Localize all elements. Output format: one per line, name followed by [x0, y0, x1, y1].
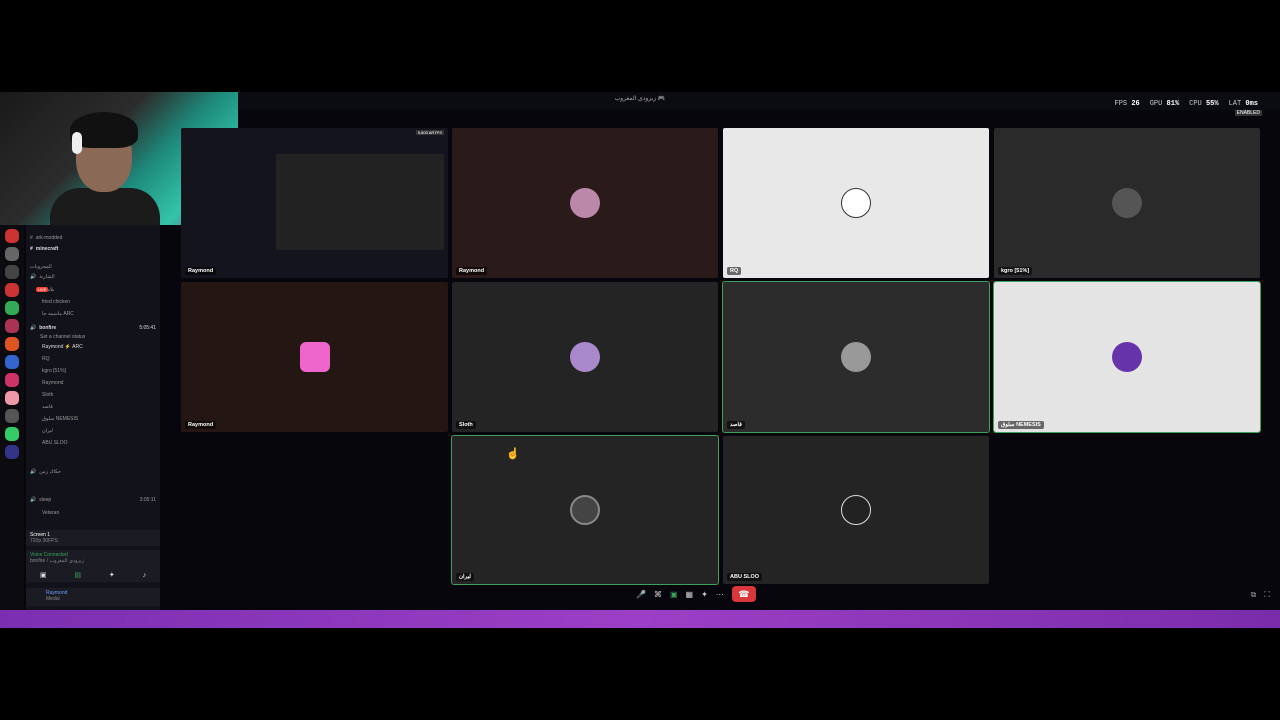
avatar	[841, 342, 871, 372]
server-icon[interactable]	[5, 229, 19, 243]
voice-channel-sleep[interactable]: 🔊 sleep 3:05:11	[30, 495, 156, 504]
server-icon[interactable]	[5, 373, 19, 387]
video-tile[interactable]: RQ	[723, 128, 989, 278]
channel-item[interactable]: # ark-modded	[30, 233, 62, 242]
activity-icon[interactable]: ✦	[109, 571, 115, 579]
video-tile[interactable]: 5,800 ARTPS Raymond	[181, 128, 448, 278]
voice-user[interactable]: سلوق NEMESIS	[42, 414, 78, 423]
voice-user[interactable]: RQ	[42, 354, 50, 363]
voice-user[interactable]: بلامان LIVE	[35, 285, 54, 294]
video-tile[interactable]: Sloth	[452, 282, 718, 432]
voice-user[interactable]: fried chicken	[42, 297, 70, 306]
fullscreen-icon[interactable]: ⛶	[1264, 590, 1270, 600]
channel-status[interactable]: Set a channel status	[40, 332, 85, 341]
video-tile-speaking[interactable]: ليران	[451, 435, 719, 585]
popout-icon[interactable]: ⧉	[1251, 590, 1257, 600]
voice-channel-bonfire[interactable]: 🔊 bonfire 5:05:41	[30, 323, 156, 332]
user-panel[interactable]: Raymond Medal	[26, 588, 160, 606]
disconnect-button[interactable]: ☎	[731, 586, 756, 602]
headset-icon	[72, 132, 82, 154]
voice-action-bar: ▣ ▤ ✦ ♪	[26, 568, 160, 582]
avatar	[841, 188, 871, 218]
server-rail	[0, 225, 24, 610]
voice-channel-item[interactable]: 🔊 الشارية	[30, 272, 55, 281]
grid-icon[interactable]: ▦	[686, 590, 694, 599]
stream-overlay-bar	[0, 610, 1280, 628]
person-shirt	[50, 188, 160, 228]
server-icon[interactable]	[5, 355, 19, 369]
avatar	[570, 342, 600, 372]
server-icon[interactable]	[5, 409, 19, 423]
video-tile[interactable]: Raymond	[452, 128, 718, 278]
server-icon[interactable]	[5, 427, 19, 441]
enabled-badge: ENABLED	[1234, 110, 1262, 116]
voice-user[interactable]: Sloth	[42, 390, 53, 399]
server-icon[interactable]	[5, 445, 19, 459]
stream-preview	[276, 154, 444, 250]
camera-toggle-icon[interactable]: ⌘	[654, 590, 662, 599]
perf-overlay: FPS 26 GPU 81% CPU 55% LAT 0ms	[1115, 100, 1258, 108]
voice-user[interactable]: قاصد	[42, 402, 53, 411]
server-icon[interactable]	[5, 265, 19, 279]
video-tile[interactable]: ABU SLOO	[723, 436, 989, 584]
more-icon[interactable]: ⋯	[716, 590, 724, 599]
avatar	[570, 188, 600, 218]
voice-user[interactable]: ليران	[42, 426, 53, 435]
voice-user[interactable]: Raymond	[42, 378, 63, 387]
channel-item[interactable]: # minecraft	[30, 244, 58, 253]
voice-status-panel: Voice Connected bonfire / زيرودي المغروب	[26, 550, 160, 568]
avatar	[570, 495, 600, 525]
hangup-icon: ☎	[738, 589, 750, 599]
avatar	[841, 495, 871, 525]
voice-channel-item[interactable]: 🔊 حكاك زمن	[30, 467, 61, 476]
server-icon[interactable]	[5, 319, 19, 333]
voice-user[interactable]: kgro [51%]	[42, 366, 66, 375]
call-controls: 🎤 ⌘ ▣ ▦ ✦ ⋯ ☎	[636, 586, 756, 602]
server-icon[interactable]	[5, 283, 19, 297]
video-tile-speaking[interactable]: قاصد	[722, 281, 990, 433]
server-icon[interactable]	[5, 391, 19, 405]
screen-share-icon[interactable]: ▣	[670, 590, 678, 599]
share-screen-icon[interactable]: ▤	[74, 571, 81, 579]
cpu-stat: CPU 55%	[1189, 100, 1219, 108]
category-header[interactable]: المجروبات	[30, 262, 52, 271]
server-icon[interactable]	[5, 301, 19, 315]
video-tile[interactable]: kgro [51%]	[994, 128, 1260, 278]
soundboard-icon[interactable]: ♪	[143, 572, 147, 579]
voice-user[interactable]: ABU SLOO	[42, 438, 68, 447]
video-tile[interactable]: Raymond	[181, 282, 448, 432]
voice-user[interactable]: Raymond ⚡ ARC	[42, 342, 83, 351]
server-icon[interactable]	[5, 247, 19, 261]
camera-icon[interactable]: ▣	[40, 571, 47, 579]
fps-stat: FPS 26	[1114, 100, 1140, 108]
voice-user[interactable]: Veteran	[42, 508, 59, 517]
activity-icon[interactable]: ✦	[701, 590, 708, 599]
view-controls: ⧉ ⛶	[1251, 590, 1270, 600]
screen-share-panel[interactable]: Screen 1 720p 30FPS	[26, 530, 160, 546]
server-icon[interactable]	[5, 337, 19, 351]
avatar	[1112, 188, 1142, 218]
avatar	[1112, 342, 1142, 372]
microphone-icon[interactable]: 🎤	[636, 590, 646, 599]
video-tile-speaking[interactable]: سلوق NEMESIS	[993, 281, 1261, 433]
gpu-stat: GPU 81%	[1149, 100, 1180, 108]
avatar	[299, 342, 330, 372]
window-title: زيرودي المغروب 🎮	[614, 96, 666, 102]
hand-cursor-icon: ☝	[506, 448, 520, 460]
lat-stat: LAT 0ms	[1228, 100, 1258, 108]
voice-user[interactable]: ماسمه جا ARC	[42, 309, 74, 318]
